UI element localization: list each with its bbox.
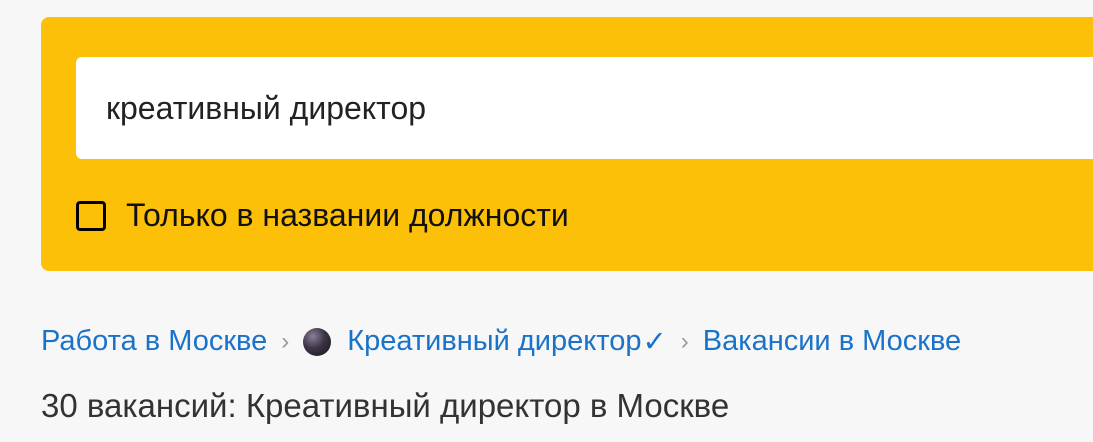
verified-check-icon: ✓: [642, 326, 667, 358]
breadcrumb: Работа в Москве › Креативный директор ✓ …: [41, 324, 961, 359]
search-query-text: креативный директор: [106, 89, 427, 126]
profession-avatar-icon: [303, 327, 332, 356]
title-only-checkbox-label[interactable]: Только в названии должности: [126, 197, 569, 234]
breadcrumb-item-jobs-moscow[interactable]: Работа в Москве: [41, 325, 267, 358]
search-panel: креативный директор Только в названии до…: [41, 17, 1093, 271]
chevron-right-icon: ›: [680, 327, 689, 355]
page-title: 30 вакансий: Креативный директор в Москв…: [41, 387, 730, 424]
search-input[interactable]: креативный директор: [76, 57, 1093, 159]
breadcrumb-item-creative-director[interactable]: Креативный директор: [347, 325, 641, 358]
title-only-checkbox[interactable]: [76, 200, 106, 231]
title-only-filter[interactable]: Только в названии должности: [76, 197, 569, 234]
chevron-right-icon: ›: [281, 327, 290, 355]
breadcrumb-item-vacancies-moscow[interactable]: Вакансии в Москве: [703, 325, 961, 358]
